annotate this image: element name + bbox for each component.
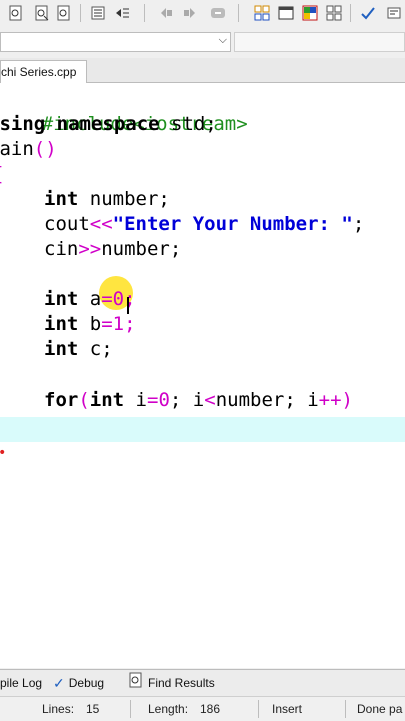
string-literal: "Enter Your Number: " [112, 213, 353, 235]
class-dropdown[interactable]: ⌵ [0, 32, 231, 52]
code-text: ; [352, 213, 365, 235]
find-results-icon [128, 672, 144, 694]
keyword: int [44, 288, 79, 310]
keyword: int [44, 313, 79, 335]
code-editor[interactable]: #include<iostream> using namespace std; … [0, 83, 405, 668]
unindent-icon[interactable] [112, 3, 132, 23]
operator: () [33, 138, 57, 160]
edit-mode: Insert [272, 702, 303, 716]
keyword: int [44, 188, 79, 210]
grid-icon[interactable] [324, 3, 344, 23]
number-literal: 0 [158, 389, 170, 411]
status-bar: Lines: 15 Length: 186 Insert Done pa [0, 696, 405, 721]
tab-file[interactable]: chi Series.cpp [0, 60, 88, 83]
code-text: b [78, 313, 102, 335]
code-text: c; [78, 338, 113, 360]
code-text: std; [159, 113, 217, 135]
tab-find-results[interactable]: Find Results [128, 672, 215, 694]
status-message: Done pa [357, 702, 403, 716]
keyword: int [44, 338, 79, 360]
compile-log-label: pile Log [0, 676, 43, 690]
code-line: #include<iostream> [0, 87, 248, 135]
find-icon[interactable] [6, 3, 26, 23]
code-text: main [0, 138, 34, 160]
operator: >> [78, 238, 102, 260]
operator: = [101, 288, 113, 310]
toolbar-separator [350, 4, 351, 22]
toolbar-separator [238, 4, 239, 22]
code-text: cout [44, 213, 90, 235]
length-label: Length: [148, 702, 189, 716]
chevron-down-icon: ⌵ [218, 34, 227, 46]
code-line: int b=1; [44, 312, 136, 337]
operator: ) [341, 389, 353, 411]
code-text: cin [44, 238, 79, 260]
number-literal: 0 [112, 288, 125, 310]
debug-label: Debug [68, 676, 105, 690]
debug-icon[interactable] [384, 3, 404, 23]
operator: << [89, 213, 113, 235]
status-separator [258, 700, 259, 718]
toolbar-separator [144, 4, 145, 22]
operator: = [101, 313, 113, 335]
code-line: int number; [44, 187, 170, 212]
keyword: int [89, 389, 125, 411]
goto-icon[interactable] [208, 3, 228, 23]
window-icon[interactable] [276, 3, 296, 23]
current-line-highlight [0, 417, 405, 442]
text-caret [127, 297, 129, 314]
lines-value: 15 [86, 702, 100, 716]
keyword: for [44, 389, 79, 411]
code-text: number; i [215, 389, 319, 411]
code-line: main() [0, 137, 57, 162]
function-dropdown[interactable] [234, 32, 405, 52]
tab-compile-log[interactable]: pile Log [0, 673, 42, 693]
length-value: 186 [200, 702, 221, 716]
keyword: namespace [45, 113, 160, 135]
code-text: a [78, 288, 102, 310]
bookmark-forward-icon[interactable] [180, 3, 200, 23]
toolbar-separator [80, 4, 81, 22]
editor-tabs: chi Series.cpp [0, 58, 405, 83]
operator: ; [124, 288, 136, 310]
code-line: using namespace std; [0, 112, 217, 137]
code-line: { [0, 162, 3, 187]
operator: ; [124, 313, 136, 335]
toolbar [0, 0, 405, 29]
operator: ++ [318, 389, 342, 411]
code-text: ; i [169, 389, 205, 411]
find-results-label: Find Results [148, 676, 215, 690]
find-replace-icon[interactable] [32, 3, 52, 23]
panels-icon[interactable] [300, 3, 320, 23]
operator: < [204, 389, 216, 411]
lines-label: Lines: [42, 702, 75, 716]
code-line: cout<<"Enter Your Number: "; [44, 212, 364, 237]
tab-debug[interactable]: ✓ Debug [53, 673, 104, 693]
keyword: using [0, 113, 46, 135]
code-line: for(int i=0; i<number; i++) [44, 388, 353, 413]
bookmark-back-icon[interactable] [156, 3, 176, 23]
operator: ( [78, 389, 90, 411]
class-combo-row: ⌵ [0, 28, 405, 59]
code-text: number; [101, 238, 182, 260]
operator: = [147, 389, 159, 411]
layout-icon[interactable] [252, 3, 272, 23]
error-marker-icon: • [0, 445, 6, 461]
code-text: i [124, 389, 147, 411]
indent-icon[interactable] [88, 3, 108, 23]
check-icon[interactable] [358, 3, 378, 23]
code-line: cin>>number; [44, 237, 181, 262]
status-separator [130, 700, 131, 718]
code-line: int a=0; [44, 287, 136, 312]
number-literal: 1 [112, 313, 125, 335]
check-icon: ✓ [53, 675, 65, 691]
find-next-icon[interactable] [54, 3, 74, 23]
bottom-panel-tabs: pile Log ✓ Debug Find Results [0, 669, 405, 696]
operator: { [0, 163, 3, 185]
code-text: number; [78, 188, 170, 210]
code-line: int c; [44, 337, 113, 362]
status-separator [345, 700, 346, 718]
